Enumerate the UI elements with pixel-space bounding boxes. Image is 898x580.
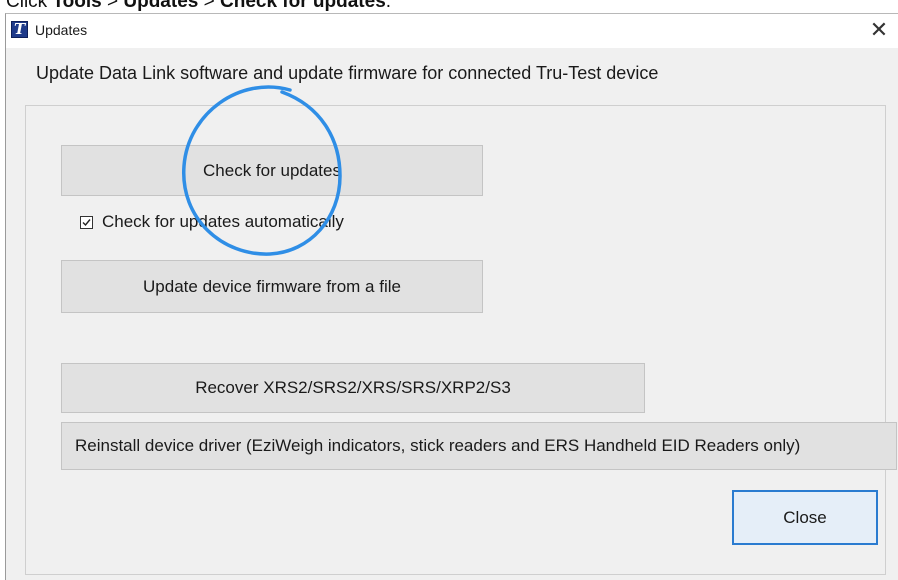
instruction-caption: Click Tools > Updates > Check for update… bbox=[6, 0, 391, 13]
caption-sep-2: > bbox=[198, 0, 220, 12]
caption-sep-1: > bbox=[101, 0, 124, 12]
auto-check-row[interactable]: Check for updates automatically bbox=[80, 210, 344, 234]
caption-prefix: Click bbox=[6, 0, 53, 12]
caption-updates: Updates bbox=[123, 0, 199, 12]
close-button[interactable]: Close bbox=[732, 490, 878, 545]
caption-check: Check for updates bbox=[220, 0, 386, 12]
auto-check-checkbox[interactable] bbox=[80, 215, 93, 229]
auto-check-label: Check for updates automatically bbox=[102, 212, 344, 231]
recover-device-button[interactable]: Recover XRS2/SRS2/XRS/SRS/XRP2/S3 bbox=[61, 363, 645, 413]
checkmark-icon bbox=[82, 218, 91, 226]
window-title: Updates bbox=[35, 22, 88, 38]
check-for-updates-button[interactable]: Check for updates bbox=[61, 145, 483, 196]
tru-test-logo-icon: T bbox=[11, 20, 28, 38]
close-icon[interactable]: ✕ bbox=[866, 17, 892, 43]
title-bar: T Updates ✕ bbox=[6, 14, 898, 48]
caption-suffix: . bbox=[385, 0, 392, 12]
dialog-description: Update Data Link software and update fir… bbox=[36, 63, 659, 83]
caption-tools: Tools bbox=[52, 0, 102, 12]
reinstall-driver-button[interactable]: Reinstall device driver (EziWeigh indica… bbox=[61, 422, 897, 470]
app-icon-letter: T bbox=[14, 20, 26, 38]
update-firmware-button[interactable]: Update device firmware from a file bbox=[61, 260, 483, 313]
